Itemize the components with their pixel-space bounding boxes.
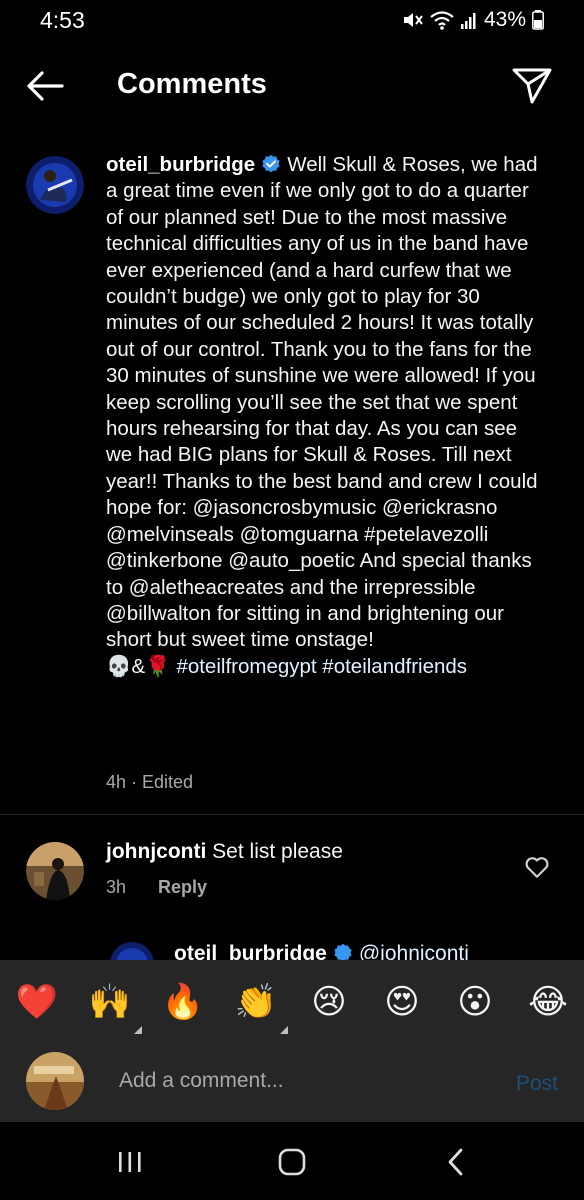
comment-text: johnjconti Set list please bbox=[106, 840, 343, 864]
battery-icon bbox=[532, 10, 544, 30]
share-button[interactable] bbox=[510, 64, 554, 108]
status-bar: 4:53 43% bbox=[0, 0, 584, 40]
status-time: 4:53 bbox=[40, 7, 85, 33]
signal-icon bbox=[460, 13, 476, 29]
nested-comment-item: oteil_burbridge @johnjconti bbox=[110, 940, 510, 960]
avatar[interactable] bbox=[110, 942, 154, 960]
caption-body: Well Skull & Roses, we had a great time … bbox=[106, 153, 538, 652]
username[interactable]: johnjconti bbox=[106, 840, 206, 863]
paper-plane-icon bbox=[512, 68, 552, 104]
recent-apps-button[interactable] bbox=[110, 1144, 150, 1180]
nested-comment-text: oteil_burbridge @johnjconti bbox=[174, 942, 469, 960]
wifi-icon bbox=[430, 11, 454, 30]
comment-composer: Post bbox=[0, 1040, 584, 1122]
system-nav-bar bbox=[0, 1122, 584, 1200]
emoji-crying-button[interactable]: 😢 bbox=[307, 980, 351, 1024]
recent-apps-icon bbox=[119, 1152, 141, 1172]
emoji-clap-button[interactable]: 👏 bbox=[234, 980, 288, 1034]
comments-header: Comments bbox=[0, 58, 584, 114]
home-icon bbox=[278, 1148, 306, 1176]
system-back-button[interactable] bbox=[436, 1144, 476, 1180]
post-button[interactable]: Post bbox=[516, 1072, 558, 1096]
caption-meta: 4h · Edited bbox=[106, 772, 194, 792]
status-icons: 43% bbox=[402, 8, 544, 32]
arrow-left-icon bbox=[27, 71, 64, 101]
emoji-heart-button[interactable]: ❤️ bbox=[15, 980, 59, 1024]
verified-badge-icon bbox=[262, 154, 280, 173]
comment-input[interactable] bbox=[117, 1062, 481, 1100]
divider bbox=[0, 814, 584, 815]
emoji-laughing-button[interactable]: 😂 bbox=[526, 980, 570, 1024]
caption-text-block: oteil_burbridge Well Skull & Roses, we ha… bbox=[106, 152, 546, 680]
emoji-fire-button[interactable]: 🔥 bbox=[161, 980, 205, 1024]
caption-hashtags[interactable]: #oteilfromegypt #oteilandfriends bbox=[176, 655, 467, 678]
mute-icon bbox=[403, 13, 423, 27]
chevron-left-icon bbox=[448, 1148, 463, 1176]
comment-meta: 3h Reply bbox=[106, 877, 207, 898]
like-button[interactable] bbox=[524, 854, 550, 880]
user-avatar[interactable] bbox=[26, 1052, 84, 1110]
comment-time: 3h bbox=[106, 877, 127, 897]
username[interactable]: oteil_burbridge bbox=[106, 153, 255, 176]
emoji-reaction-bar: ❤️ 🙌 🔥 👏 😢 😍 😮 😂 bbox=[0, 960, 584, 1040]
verified-badge-icon bbox=[334, 943, 352, 960]
battery-percent: 43% bbox=[483, 8, 526, 31]
skin-tone-indicator bbox=[134, 1026, 142, 1034]
caption-emoji: 💀&🌹 bbox=[106, 654, 171, 678]
page-title: Comments bbox=[117, 68, 267, 100]
back-button[interactable] bbox=[22, 68, 70, 104]
avatar[interactable] bbox=[26, 842, 84, 900]
emoji-surprised-button[interactable]: 😮 bbox=[453, 980, 497, 1024]
emoji-raised-hands-button[interactable]: 🙌 bbox=[88, 980, 142, 1034]
comment-body: Set list please bbox=[212, 840, 343, 863]
skin-tone-indicator bbox=[280, 1026, 288, 1034]
avatar[interactable] bbox=[26, 156, 84, 214]
mention-link[interactable]: @johnjconti bbox=[359, 942, 469, 960]
heart-icon bbox=[525, 857, 549, 878]
username[interactable]: oteil_burbridge bbox=[174, 942, 327, 960]
reply-button[interactable]: Reply bbox=[158, 877, 207, 898]
home-button[interactable] bbox=[272, 1144, 312, 1180]
emoji-heart-eyes-button[interactable]: 😍 bbox=[380, 980, 424, 1024]
